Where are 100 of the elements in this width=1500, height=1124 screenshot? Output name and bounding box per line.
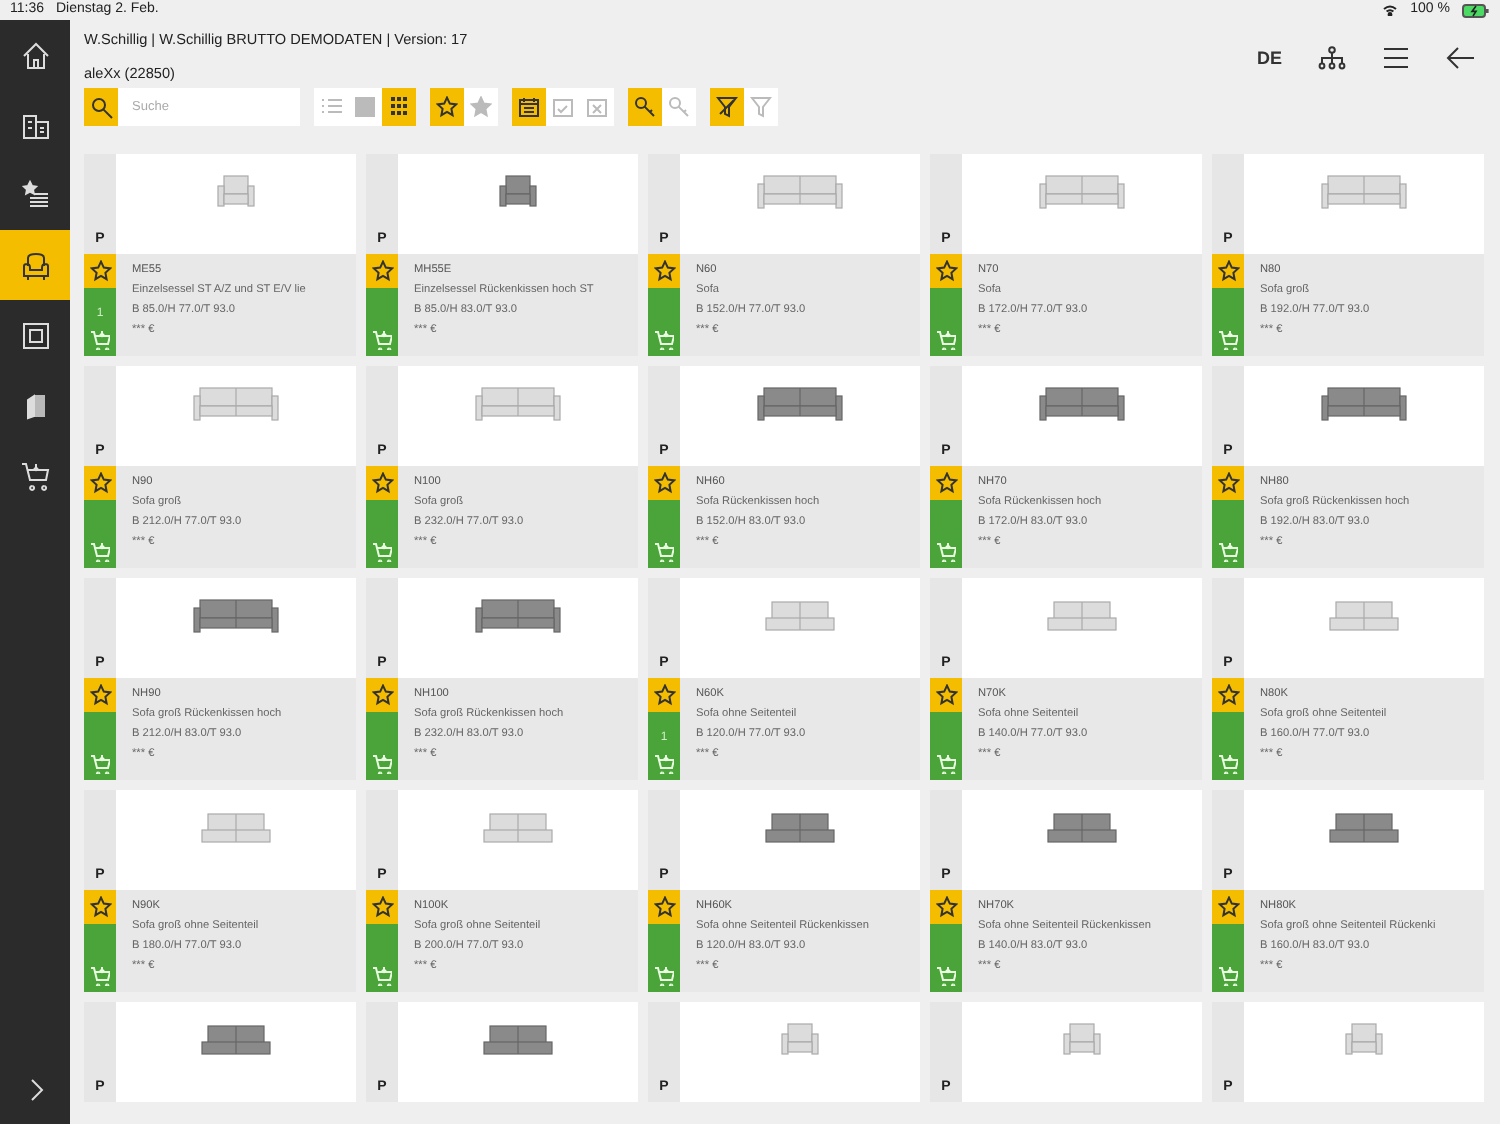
- key-icon: [668, 96, 690, 118]
- favorite-button[interactable]: [648, 678, 680, 712]
- add-to-cart-button[interactable]: [654, 754, 674, 774]
- chevron-right-icon[interactable]: [25, 1075, 45, 1103]
- add-to-cart-button[interactable]: [90, 330, 110, 350]
- star-icon: [89, 260, 111, 282]
- cart-icon: [372, 542, 392, 562]
- star-icon: [436, 96, 458, 118]
- favorite-button[interactable]: [1212, 254, 1244, 288]
- star-icon: [371, 896, 393, 918]
- add-to-cart-button[interactable]: [372, 330, 392, 350]
- add-to-cart-button[interactable]: [936, 966, 956, 986]
- cart-icon: [372, 754, 392, 774]
- favorite-button[interactable]: [366, 890, 398, 924]
- tile-view-icon: [388, 96, 410, 118]
- add-to-cart-button[interactable]: [936, 542, 956, 562]
- favorite-button[interactable]: [648, 254, 680, 288]
- add-to-cart-button[interactable]: [90, 966, 110, 986]
- star-icon: [1217, 896, 1239, 918]
- star-icon: [653, 260, 675, 282]
- star-icon: [935, 896, 957, 918]
- cart-icon: [936, 330, 956, 350]
- add-to-cart-button[interactable]: [1218, 754, 1238, 774]
- toolbar-button[interactable]: [710, 88, 744, 126]
- favorite-button[interactable]: [648, 890, 680, 924]
- favorite-button[interactable]: [84, 678, 116, 712]
- cart-icon: [372, 966, 392, 986]
- add-to-cart-button[interactable]: [1218, 330, 1238, 350]
- add-to-cart-button[interactable]: [1218, 966, 1238, 986]
- toolbar-button[interactable]: [430, 88, 464, 126]
- add-to-cart-button[interactable]: [1218, 542, 1238, 562]
- add-to-cart-button[interactable]: [90, 754, 110, 774]
- cart-icon: [1218, 330, 1238, 350]
- language-button[interactable]: DE: [1256, 47, 1282, 67]
- cart-icon: [90, 330, 110, 350]
- cart-icon: [17, 457, 53, 493]
- cart-icon: [1218, 754, 1238, 774]
- star-icon: [89, 684, 111, 706]
- cart-icon: [936, 754, 956, 774]
- cart-icon: [654, 542, 674, 562]
- favorite-button[interactable]: [930, 890, 962, 924]
- favorite-button[interactable]: [366, 254, 398, 288]
- favorite-button[interactable]: [84, 466, 116, 500]
- star-icon: [1217, 472, 1239, 494]
- filter-cross-icon: [716, 96, 738, 118]
- add-to-cart-button[interactable]: [936, 330, 956, 350]
- star-icon: [371, 260, 393, 282]
- add-to-cart-button[interactable]: [936, 754, 956, 774]
- cart-icon: [1218, 542, 1238, 562]
- cart-icon: [654, 330, 674, 350]
- star-icon: [89, 896, 111, 918]
- toolbar-button[interactable]: [628, 88, 662, 126]
- favorite-button[interactable]: [1212, 890, 1244, 924]
- favorite-button[interactable]: [1212, 466, 1244, 500]
- favorite-button[interactable]: [84, 254, 116, 288]
- hierarchy-icon[interactable]: [1318, 45, 1346, 69]
- favorite-button[interactable]: [930, 678, 962, 712]
- star-icon: [470, 96, 492, 118]
- frame-icon: [17, 317, 53, 353]
- add-to-cart-button[interactable]: [90, 542, 110, 562]
- favorite-button[interactable]: [648, 466, 680, 500]
- add-to-cart-button[interactable]: [372, 542, 392, 562]
- favorite-button[interactable]: [1212, 678, 1244, 712]
- cart-icon: [936, 966, 956, 986]
- back-arrow-icon[interactable]: [1446, 45, 1476, 69]
- star-icon: [935, 472, 957, 494]
- toolbar-button[interactable]: [382, 88, 416, 126]
- calendar-cross-icon: [586, 96, 608, 118]
- star-icon: [89, 472, 111, 494]
- search-button[interactable]: [84, 88, 118, 126]
- star-icon: [653, 896, 675, 918]
- star-icon: [935, 684, 957, 706]
- toolbar-button[interactable]: [512, 88, 546, 126]
- add-to-cart-button[interactable]: [654, 966, 674, 986]
- cart-icon: [372, 330, 392, 350]
- favorite-button[interactable]: [930, 466, 962, 500]
- add-to-cart-button[interactable]: [372, 966, 392, 986]
- armchair-icon: [17, 247, 53, 283]
- sidebar-item[interactable]: [0, 230, 70, 300]
- favorite-button[interactable]: [930, 254, 962, 288]
- list-view-icon: [320, 96, 342, 118]
- add-to-cart-button[interactable]: [654, 330, 674, 350]
- add-to-cart-button[interactable]: [654, 542, 674, 562]
- star-icon: [653, 472, 675, 494]
- favorite-button[interactable]: [84, 890, 116, 924]
- favorite-button[interactable]: [366, 678, 398, 712]
- cart-icon: [654, 966, 674, 986]
- cart-icon: [90, 542, 110, 562]
- grid-view-icon: [354, 96, 376, 118]
- star-icon: [935, 260, 957, 282]
- cart-icon: [90, 754, 110, 774]
- add-to-cart-button[interactable]: [372, 754, 392, 774]
- favorite-button[interactable]: [366, 466, 398, 500]
- cart-icon: [1218, 966, 1238, 986]
- calendar-icon: [518, 96, 540, 118]
- key-icon: [634, 96, 656, 118]
- star-list-icon: [17, 177, 53, 213]
- menu-icon[interactable]: [1382, 45, 1410, 69]
- search-icon: [89, 95, 113, 119]
- star-icon: [653, 684, 675, 706]
